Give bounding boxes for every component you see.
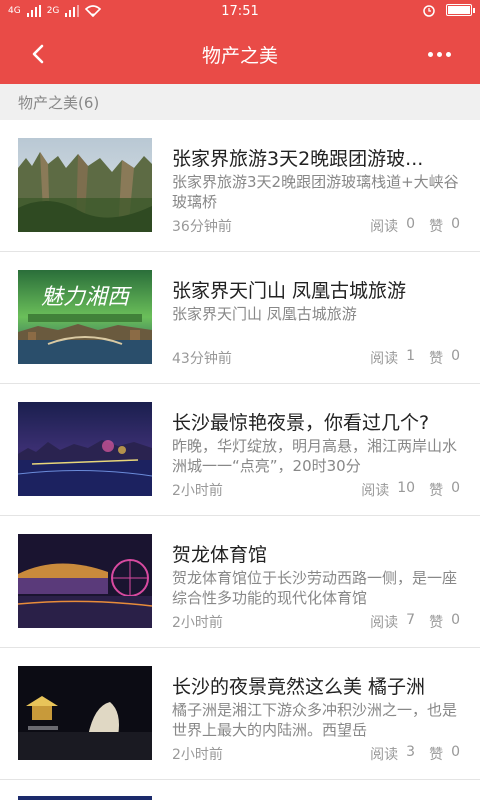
- article-row[interactable]: 魅力湘西 张家界天门山 凤凰古城旅游 张家界天门山 凤凰古城旅游 43分钟前 阅…: [0, 252, 480, 384]
- article-time: 2小时前: [172, 483, 223, 499]
- like-label: 赞: [429, 351, 444, 367]
- like-label: 赞: [429, 219, 444, 235]
- stadium-night-image: [18, 534, 152, 628]
- article-time: 2小时前: [172, 615, 223, 631]
- image-caption: 魅力湘西: [41, 285, 132, 310]
- article-time: 43分钟前: [172, 351, 232, 367]
- article-row[interactable]: 长沙的夜景竟然这么美 橘子洲 橘子洲是湘江下游众多冲积沙洲之一，也是世界上最大的…: [0, 648, 480, 780]
- mountain-image: [18, 138, 152, 232]
- article-row-partial[interactable]: [0, 780, 480, 800]
- article-title: 长沙的夜景竟然这么美 橘子洲: [172, 676, 426, 698]
- article-desc: 贺龙体育馆位于长沙劳动西路一侧，是一座综合性多功能的现代化体育馆: [172, 569, 458, 607]
- article-thumbnail: [18, 796, 152, 800]
- city-night-image: [18, 402, 152, 496]
- like-count: 0: [451, 216, 460, 232]
- article-time: 36分钟前: [172, 219, 232, 235]
- article-time: 2小时前: [172, 747, 223, 763]
- article-list: 张家界旅游3天2晚跟团游玻... 张家界旅游3天2晚跟团游玻璃栈道+大峡谷玻璃桥…: [0, 120, 480, 800]
- like-label: 赞: [429, 615, 444, 631]
- like-label: 赞: [429, 747, 444, 763]
- read-label: 阅读: [370, 219, 399, 235]
- more-dot-icon: [427, 51, 433, 57]
- like-label: 赞: [429, 483, 444, 499]
- article-thumbnail: 魅力湘西: [18, 270, 152, 364]
- article-row[interactable]: 张家界旅游3天2晚跟团游玻... 张家界旅游3天2晚跟团游玻璃栈道+大峡谷玻璃桥…: [0, 120, 480, 252]
- article-thumbnail: [18, 666, 152, 760]
- read-count: 3: [406, 744, 416, 760]
- like-count: 0: [451, 744, 460, 760]
- article-stats: 阅读 3 赞 0: [370, 744, 460, 764]
- article-title: 张家界天门山 凤凰古城旅游: [172, 280, 407, 302]
- more-options-button[interactable]: [422, 38, 456, 70]
- section-header: 物产之美(6): [0, 84, 480, 120]
- alarm-icon: [423, 5, 435, 17]
- fenghuang-image: 魅力湘西: [18, 270, 152, 364]
- like-count: 0: [451, 480, 460, 496]
- article-desc: 橘子洲是湘江下游众多冲积沙洲之一，也是世界上最大的内陆洲。西望岳: [172, 701, 458, 739]
- more-dot-icon: [436, 51, 442, 57]
- battery-fill: [448, 6, 470, 14]
- page-title: 物产之美: [201, 45, 278, 67]
- article-thumbnail: [18, 534, 152, 628]
- article-title: 贺龙体育馆: [172, 544, 268, 566]
- article-row[interactable]: 长沙最惊艳夜景，你看过几个? 昨晚，华灯绽放，明月高悬，湘江两岸山水洲城一一“点…: [0, 384, 480, 516]
- article-stats: 阅读 0 赞 0: [370, 216, 460, 236]
- article-title: 长沙最惊艳夜景，你看过几个?: [172, 412, 430, 434]
- article-stats: 阅读 10 赞 0: [361, 480, 460, 500]
- read-label: 阅读: [370, 351, 399, 367]
- read-label: 阅读: [370, 615, 399, 631]
- article-stats: 阅读 1 赞 0: [370, 348, 460, 368]
- status-bar: 4G 2G 17:51: [0, 0, 480, 24]
- article-desc: 张家界天门山 凤凰古城旅游: [172, 305, 357, 323]
- read-label: 阅读: [370, 747, 399, 763]
- article-desc: 昨晚，华灯绽放，明月高悬，湘江两岸山水洲城一一“点亮”，20时30分: [172, 437, 458, 475]
- status-right: [422, 3, 475, 17]
- article-thumbnail: [18, 402, 152, 496]
- article-stats: 阅读 7 赞 0: [370, 612, 460, 632]
- orange-isle-image: [18, 666, 152, 760]
- battery-icon: [446, 4, 475, 16]
- read-count: 10: [397, 480, 416, 496]
- like-count: 0: [451, 612, 460, 628]
- nav-bar: 物产之美: [0, 24, 480, 84]
- status-time: 17:51: [221, 4, 259, 19]
- read-count: 0: [406, 216, 416, 232]
- article-row[interactable]: 贺龙体育馆 贺龙体育馆位于长沙劳动西路一侧，是一座综合性多功能的现代化体育馆 2…: [0, 516, 480, 648]
- read-count: 1: [406, 348, 416, 364]
- more-dot-icon: [445, 51, 451, 57]
- article-title: 张家界旅游3天2晚跟团游玻...: [172, 148, 424, 170]
- read-label: 阅读: [361, 483, 390, 499]
- read-count: 7: [406, 612, 416, 628]
- article-desc: 张家界旅游3天2晚跟团游玻璃栈道+大峡谷玻璃桥: [172, 173, 459, 211]
- article-thumbnail: [18, 138, 152, 232]
- like-count: 0: [451, 348, 460, 364]
